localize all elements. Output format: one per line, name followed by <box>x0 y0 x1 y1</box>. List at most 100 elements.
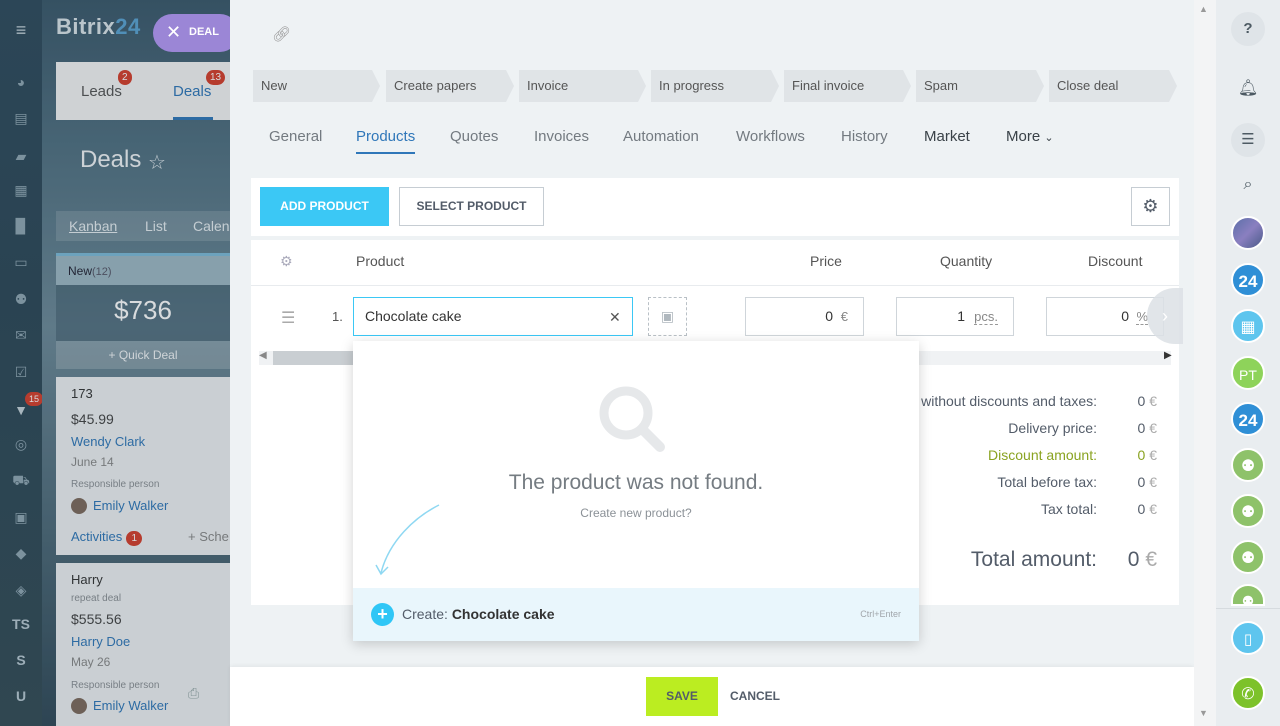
total-value: 0 € <box>1138 447 1157 463</box>
product-image-placeholder-icon[interactable]: ▣ <box>648 297 687 336</box>
avatar-24-chat[interactable]: 24 <box>1231 263 1265 297</box>
tab-automation[interactable]: Automation <box>623 128 699 145</box>
pipeline-stage-final-invoice[interactable]: Final invoice <box>784 70 911 102</box>
avatar-pt[interactable]: PT <box>1231 356 1265 390</box>
create-product-option[interactable]: + Create: Chocolate cake Ctrl+Enter <box>353 588 919 641</box>
scrollbar-thumb[interactable] <box>273 351 355 365</box>
header-product: Product <box>356 253 405 269</box>
create-product-name: Chocolate cake <box>451 606 555 622</box>
product-search-dropdown: The product was not found. Create new pr… <box>353 341 919 641</box>
tab-invoices[interactable]: Invoices <box>534 128 589 145</box>
gear-icon: ⚙ <box>1142 196 1159 216</box>
help-icon[interactable]: ? <box>1231 12 1265 46</box>
cancel-button[interactable]: CANCEL <box>730 689 780 703</box>
avatar-24-chat-2[interactable]: 24 <box>1231 402 1265 436</box>
settings-gear-button[interactable]: ⚙ <box>1131 187 1170 226</box>
phone-device-icon[interactable]: ▯ <box>1231 621 1265 655</box>
tab-workflows[interactable]: Workflows <box>736 128 805 145</box>
amount: 0 <box>1137 447 1146 463</box>
tab-more[interactable]: More ⌄ <box>1006 128 1054 145</box>
header-discount: Discount <box>1088 253 1143 269</box>
avatar[interactable] <box>1231 216 1265 250</box>
scroll-right-arrow-icon[interactable]: ▶ <box>1164 350 1172 361</box>
tab-products[interactable]: Products <box>356 128 415 145</box>
group-chat-icon[interactable]: ⚉ <box>1231 448 1265 482</box>
price-input[interactable]: 0 € <box>745 297 864 336</box>
search-icon[interactable]: ⌕ <box>1231 176 1265 194</box>
currency: € <box>1149 501 1157 517</box>
phone-call-icon[interactable]: ✆ <box>1231 676 1265 710</box>
amount: 0 <box>1137 420 1146 436</box>
not-found-message: The product was not found. <box>508 471 764 494</box>
group-chat-icon[interactable]: ⚉ <box>1231 584 1265 606</box>
tab-more-label: More <box>1006 128 1041 145</box>
total-label-discount: Discount amount: <box>988 447 1097 463</box>
quantity-unit[interactable]: pcs. <box>974 309 998 325</box>
total-label-before-tax: Total before tax: <box>997 474 1097 490</box>
quantity-input[interactable]: 1 pcs. <box>896 297 1014 336</box>
create-option-text: Create: Chocolate cake <box>402 606 555 622</box>
price-currency: € <box>840 309 848 324</box>
chevron-down-icon: ⌄ <box>1044 132 1054 144</box>
total-value: 0 € <box>1138 474 1157 490</box>
group-chat-icon[interactable]: ⚉ <box>1231 540 1265 574</box>
select-product-button[interactable]: SELECT PRODUCT <box>399 187 544 226</box>
pipeline-stage-invoice[interactable]: Invoice <box>519 70 646 102</box>
pipeline-stage-close-deal[interactable]: Close deal <box>1049 70 1177 102</box>
background-dim-overlay <box>0 0 230 726</box>
scroll-down-icon[interactable]: ▼ <box>1199 708 1208 718</box>
pipeline-stage-create-papers[interactable]: Create papers <box>386 70 514 102</box>
header-divider <box>251 285 1179 286</box>
tab-history[interactable]: History <box>841 128 888 145</box>
save-button[interactable]: SAVE <box>646 677 718 716</box>
total-value: 0 € <box>1138 501 1157 517</box>
add-product-button[interactable]: ADD PRODUCT <box>260 187 389 226</box>
total-label-without-discounts: without discounts and taxes: <box>921 393 1097 409</box>
price-value: 0 <box>825 308 833 324</box>
magnifier-icon <box>599 386 665 452</box>
total-amount-label: Total amount: <box>970 548 1097 571</box>
amount: 0 <box>1127 548 1140 571</box>
plus-icon: + <box>371 603 394 626</box>
pipeline-stage-spam[interactable]: Spam <box>916 70 1044 102</box>
tab-general[interactable]: General <box>269 128 322 145</box>
currency: € <box>1145 548 1157 571</box>
amount: 0 <box>1137 474 1146 490</box>
currency: € <box>1149 393 1157 409</box>
hint-arrow-icon <box>375 504 440 576</box>
total-value: 0 € <box>1138 393 1157 409</box>
create-prefix: Create: <box>402 606 448 622</box>
calendar-chat-icon[interactable]: ▦ <box>1231 309 1265 343</box>
deal-slider: 🔗︎ New Create papers Invoice In progress… <box>230 0 1194 726</box>
header-quantity: Quantity <box>940 253 993 269</box>
row-number: 1. <box>332 309 343 324</box>
toolbar-separator <box>251 236 1179 240</box>
pipeline-stage-in-progress[interactable]: In progress <box>651 70 779 102</box>
page-vertical-scrollbar[interactable]: ▲ ▼ <box>1194 0 1216 726</box>
right-rail: ? 🔔︎ ☰ ⌕ 24 ▦ PT 24 ⚉ ⚉ ⚉ ⚉ ▯ ✆ <box>1216 0 1280 726</box>
total-value: 0 € <box>1138 420 1157 436</box>
amount: 0 <box>1137 501 1146 517</box>
scroll-up-icon[interactable]: ▲ <box>1199 4 1208 14</box>
tab-quotes[interactable]: Quotes <box>450 128 498 145</box>
close-icon: ✕ <box>166 22 182 42</box>
bell-icon[interactable]: 🔔︎ <box>1231 78 1265 98</box>
clear-input-icon[interactable]: ✕ <box>609 309 621 326</box>
amount: 0 <box>1137 393 1146 409</box>
pipeline-stage-new[interactable]: New <box>253 70 380 102</box>
total-label-tax: Tax total: <box>1040 501 1097 517</box>
quantity-value: 1 <box>957 308 965 324</box>
drag-handle-icon[interactable]: ☰ <box>281 308 295 328</box>
link-icon[interactable]: 🔗︎ <box>272 25 291 43</box>
currency: € <box>1149 474 1157 490</box>
close-deal-slider-button[interactable]: ✕ DEAL <box>153 14 239 52</box>
scroll-left-icon[interactable]: ◀ <box>259 350 267 361</box>
header-price: Price <box>810 253 842 269</box>
product-name-input[interactable]: Chocolate cake <box>353 297 633 336</box>
form-action-bar: SAVE CANCEL <box>230 667 1194 726</box>
chat-list-icon[interactable]: ☰ <box>1231 123 1265 157</box>
tab-market[interactable]: Market <box>924 128 970 145</box>
group-chat-icon[interactable]: ⚉ <box>1231 494 1265 528</box>
column-settings-gear-icon[interactable]: ⚙ <box>280 253 293 270</box>
rail-divider <box>1216 608 1280 609</box>
